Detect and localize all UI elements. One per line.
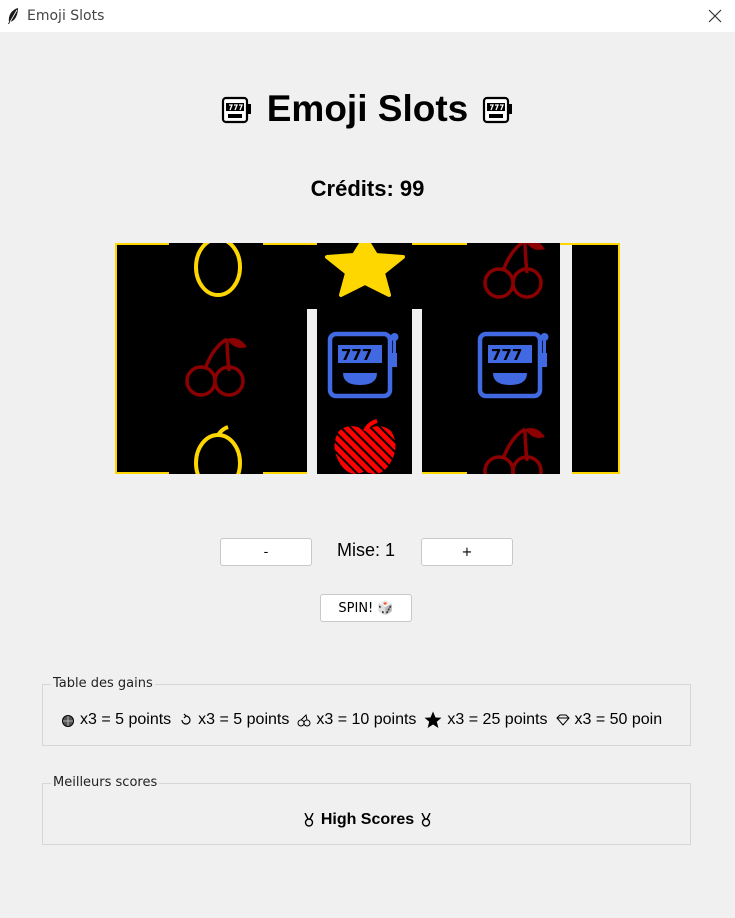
paytable-group: Table des gains x3 = 5 points x3 = 5 poi… [42,676,691,746]
gem-icon [555,714,570,726]
slot-machine-display: 777 777 [115,243,620,474]
close-button[interactable] [695,0,735,32]
lemon-icon [194,425,242,474]
lemon-icon [194,243,242,297]
cherries-icon [185,337,247,397]
slot-machine-icon [221,96,251,124]
reel-gap [307,309,317,474]
slot-machine-icon: 777 [477,331,549,399]
cycle-icon [181,713,191,725]
medal-icon [304,813,314,827]
slot-machine-icon: 777 [327,331,399,399]
title-text: Emoji Slots [266,88,469,129]
svg-text:777: 777 [341,346,372,364]
close-icon [708,9,722,23]
apple-icon [334,419,396,474]
feather-icon [8,8,18,24]
reel-gap [412,309,422,474]
scores-label: Meilleurs scores [51,775,160,790]
spin-button[interactable]: SPIN! 🎲 [320,594,412,622]
star-icon [325,243,405,297]
paytable-item: x3 = 50 poin [554,711,662,729]
paytable-row: x3 = 5 points x3 = 5 points x3 = 10 poin… [59,711,691,729]
paytable-item: x3 = 10 points [295,711,416,729]
decrease-bet-button[interactable]: - [220,538,312,566]
reel-gap [560,245,572,474]
ball-icon [62,715,74,727]
window-titlebar: Emoji Slots [0,0,735,32]
scores-group: Meilleurs scores High Scores [42,775,692,845]
paytable-item: x3 = 25 points [422,711,548,729]
credits-label: Crédits: 99 [310,176,425,201]
cherries-icon [483,427,545,474]
cherries-icon [297,713,311,727]
bet-label: Mise: 1 [336,540,396,560]
reel-3: 777 [467,243,560,474]
window-title: Emoji Slots [27,8,105,24]
page-title: Emoji Slots [0,88,735,130]
reel-1 [169,243,263,474]
star-icon [424,711,442,728]
paytable-label: Table des gains [51,676,155,691]
paytable-item: x3 = 5 points [177,711,289,729]
paytable-item: x3 = 5 points [59,711,171,729]
reel-2: 777 [317,243,412,474]
cherries-icon [483,243,545,299]
increase-bet-button[interactable]: + [421,538,513,566]
high-scores-title: High Scores [43,811,692,829]
slot-machine-icon [483,96,513,124]
medal-icon [421,813,431,827]
svg-text:777: 777 [491,346,522,364]
